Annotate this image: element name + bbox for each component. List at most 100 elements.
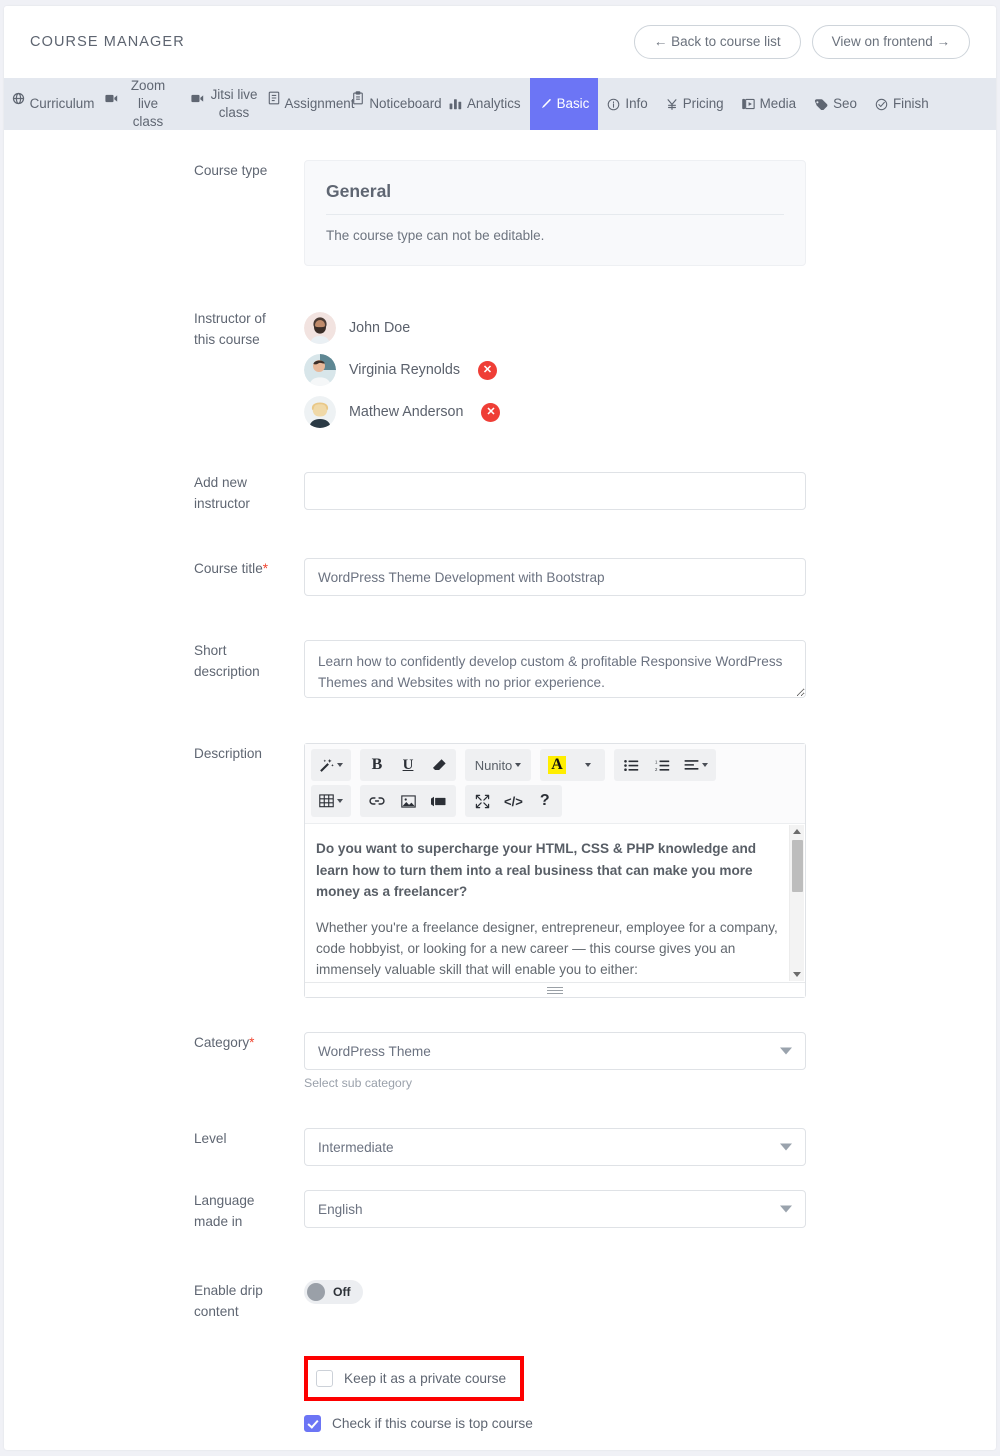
underline-icon[interactable]: U xyxy=(393,751,423,779)
check-circle-icon xyxy=(875,98,888,111)
image-icon[interactable] xyxy=(393,787,423,815)
highlight-a-glyph: A xyxy=(548,756,566,775)
video-icon xyxy=(105,93,118,104)
instructor-name: Virginia Reynolds xyxy=(349,362,460,378)
back-to-course-list-button[interactable]: ← Back to course list xyxy=(633,25,801,59)
unordered-list-icon[interactable] xyxy=(616,751,646,779)
language-label: Language made in xyxy=(194,1193,255,1230)
font-name: Nunito xyxy=(474,757,513,773)
field-drip-content: Enable drip content Off xyxy=(4,1280,996,1322)
media-icon xyxy=(741,98,755,110)
remove-instructor-button[interactable]: ✕ xyxy=(481,402,501,422)
font-family-select[interactable]: Nunito xyxy=(467,751,529,779)
toolbar-row-1: B U Nunito A 1 2 xyxy=(311,749,799,782)
chevron-down-icon xyxy=(337,763,343,768)
category-hint: Select sub category xyxy=(304,1076,413,1091)
tab-info[interactable]: Info xyxy=(598,78,656,130)
description-label: Description xyxy=(194,746,262,762)
course-title-input[interactable] xyxy=(304,558,806,597)
curriculum-icon xyxy=(12,92,25,105)
color-dropdown-button[interactable] xyxy=(573,751,603,779)
add-instructor-input[interactable] xyxy=(304,472,806,510)
field-description: Description B U Nunito A 1 2 </> ? Do yo… xyxy=(4,743,996,999)
instructor-name: Mathew Anderson xyxy=(349,404,464,420)
private-course-highlight: Keep it as a private course xyxy=(304,1356,525,1402)
language-select[interactable]: English xyxy=(304,1190,806,1229)
language-select-wrapper: English xyxy=(304,1190,806,1229)
view-on-frontend-button[interactable]: View on frontend → xyxy=(811,25,970,59)
table-icon[interactable] xyxy=(313,787,349,815)
drip-content-toggle[interactable]: Off xyxy=(304,1280,363,1305)
top-course-row[interactable]: Check if this course is top course xyxy=(304,1409,806,1438)
tab-media[interactable]: Media xyxy=(733,78,805,130)
level-select[interactable]: Intermediate xyxy=(304,1128,806,1167)
align-icon[interactable] xyxy=(678,751,714,779)
chevron-down-icon xyxy=(585,763,591,768)
field-add-instructor: Add new instructor xyxy=(4,472,996,514)
toggle-state-label: Off xyxy=(333,1285,351,1300)
tab-curriculum[interactable]: Curriculum xyxy=(10,78,96,130)
toolbar-group-style xyxy=(311,749,351,782)
field-course-type: Course type General The course type can … xyxy=(4,160,996,266)
avatar xyxy=(304,312,336,344)
link-icon[interactable] xyxy=(362,787,392,815)
chevron-down-icon xyxy=(337,799,343,804)
editor-scrollbar[interactable] xyxy=(789,825,804,982)
yen-icon xyxy=(666,98,678,111)
video-icon xyxy=(191,93,204,104)
private-course-row[interactable]: Keep it as a private course xyxy=(316,1364,506,1393)
remove-instructor-button[interactable]: ✕ xyxy=(478,360,497,380)
category-select[interactable]: WordPress Theme xyxy=(304,1032,806,1071)
list-item: Mathew Anderson ✕ xyxy=(304,396,806,428)
tab-finish[interactable]: Finish xyxy=(866,78,938,130)
eraser-icon[interactable] xyxy=(424,751,454,779)
resize-handle[interactable] xyxy=(547,987,563,995)
tab-analytics[interactable]: Analytics xyxy=(440,78,530,130)
short-description-textarea[interactable] xyxy=(304,640,806,699)
scroll-down-arrow-icon[interactable] xyxy=(793,972,801,978)
bold-icon[interactable]: B xyxy=(362,751,392,779)
svg-text:1: 1 xyxy=(655,759,658,764)
instructor-list: John Doe Virginia Reynolds ✕ Mathew Ande… xyxy=(304,308,806,428)
editor-footer xyxy=(305,982,805,998)
tab-pricing[interactable]: Pricing xyxy=(657,78,733,130)
scroll-up-arrow-icon[interactable] xyxy=(793,829,801,835)
avatar xyxy=(304,396,336,428)
top-course-checkbox[interactable] xyxy=(304,1415,321,1433)
required-mark: * xyxy=(262,561,269,577)
ordered-list-icon[interactable]: 12 xyxy=(647,751,677,779)
tab-seo[interactable]: Seo xyxy=(805,78,866,130)
toolbar-row-2: </> ? xyxy=(311,785,799,818)
help-icon[interactable]: ? xyxy=(530,787,560,815)
tag-icon xyxy=(814,98,828,110)
tab-label: Assignment xyxy=(284,95,355,111)
chevron-down-icon xyxy=(702,763,708,768)
pencil-icon xyxy=(539,98,552,111)
text-color-icon[interactable]: A xyxy=(542,751,572,779)
header-actions: ← Back to course list View on frontend → xyxy=(633,25,970,59)
scrollbar-thumb[interactable] xyxy=(792,840,803,893)
tab-bar: Curriculum Zoom live class Jitsi live cl… xyxy=(4,78,996,130)
tab-jitsi-live-class[interactable]: Jitsi live class xyxy=(182,78,268,130)
tab-label: Jitsi live class xyxy=(210,86,258,120)
chevron-down-icon xyxy=(515,763,522,768)
field-course-flags: Keep it as a private course Check if thi… xyxy=(4,1356,996,1438)
private-course-checkbox[interactable] xyxy=(316,1370,333,1388)
clipboard-icon xyxy=(352,91,364,105)
tab-label: Pricing xyxy=(682,95,724,111)
editor-content[interactable]: Do you want to supercharge your HTML, CS… xyxy=(305,824,805,982)
tab-noticeboard[interactable]: Noticeboard xyxy=(352,78,442,130)
private-course-label: Keep it as a private course xyxy=(344,1371,507,1387)
document-icon xyxy=(268,91,280,105)
tab-label: Noticeboard xyxy=(369,95,442,111)
code-view-icon[interactable]: </> xyxy=(498,787,529,815)
video-icon[interactable] xyxy=(424,787,454,815)
tab-label: Media xyxy=(759,95,797,111)
info-icon xyxy=(607,98,620,111)
tab-basic[interactable]: Basic xyxy=(529,78,599,130)
magic-wand-icon[interactable] xyxy=(313,751,349,779)
list-item: Virginia Reynolds ✕ xyxy=(304,354,806,386)
tab-zoom-live-class[interactable]: Zoom live class xyxy=(96,78,182,130)
fullscreen-icon[interactable] xyxy=(467,787,497,815)
tab-assignment[interactable]: Assignment xyxy=(268,78,354,130)
